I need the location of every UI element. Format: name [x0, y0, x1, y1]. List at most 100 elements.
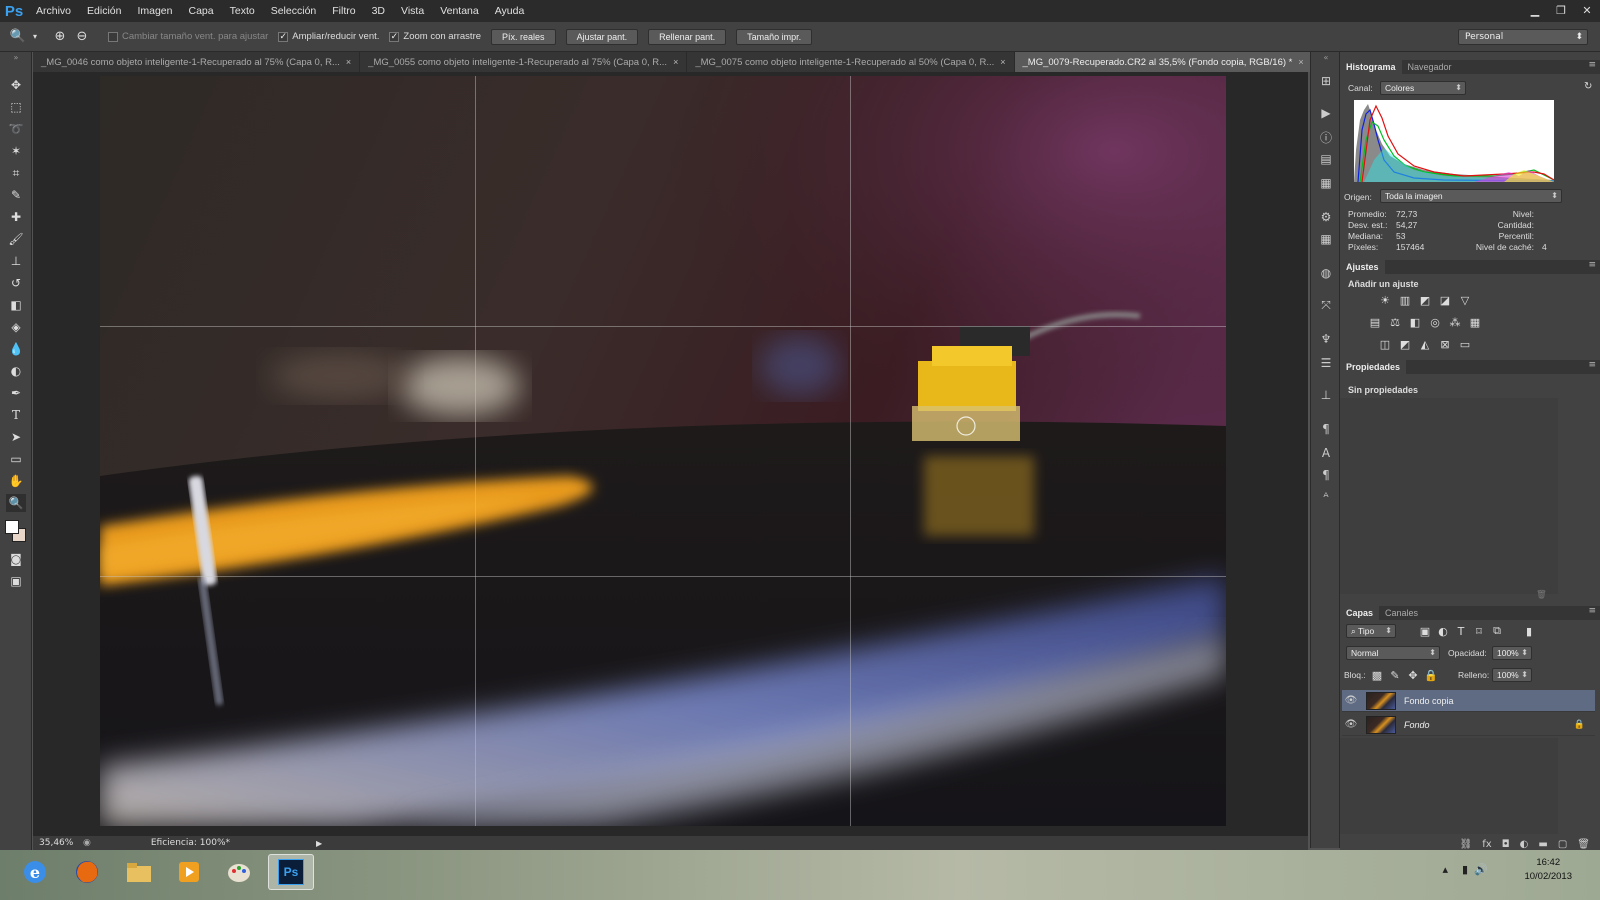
paragraph-styles-icon[interactable]: ¶	[1316, 466, 1336, 484]
selective-color-icon[interactable]: ⊠	[1438, 337, 1452, 351]
lock-position-icon[interactable]: ✥	[1406, 668, 1420, 682]
brush-settings-icon[interactable]: ☰	[1316, 354, 1336, 372]
curves-icon[interactable]: ◩	[1418, 293, 1432, 307]
healing-brush-icon[interactable]: ✚	[6, 208, 26, 226]
black-white-icon[interactable]: ◧	[1408, 315, 1422, 329]
actions-play-icon[interactable]: ▶	[1316, 104, 1336, 122]
menu-ayuda[interactable]: Ayuda	[487, 0, 533, 22]
3d-panel-icon[interactable]: ⚙	[1316, 208, 1336, 226]
foreground-color-swatch[interactable]	[5, 520, 19, 534]
panel-menu-icon[interactable]: ≡	[1588, 60, 1596, 70]
layer-filter-select[interactable]: ⌕ Tipo	[1346, 624, 1396, 638]
refresh-icon[interactable]: ↻	[1584, 81, 1592, 92]
eye-icon[interactable]: 👁	[1342, 719, 1360, 730]
system-clock[interactable]: 16:42 10/02/2013	[1524, 856, 1572, 884]
minimize-icon[interactable]: ▁	[1522, 0, 1548, 20]
source-select[interactable]: Toda la imagen	[1380, 189, 1562, 203]
document-tab[interactable]: _MG_0055 como objeto inteligente-1-Recup…	[360, 52, 688, 72]
collapse-arrows-icon[interactable]: »	[6, 52, 26, 62]
menu-filtro[interactable]: Filtro	[324, 0, 363, 22]
file-explorer-icon[interactable]	[116, 854, 162, 890]
workspace-select[interactable]: Personal ⬍	[1458, 29, 1588, 45]
eyedropper-icon[interactable]: ✎	[6, 186, 26, 204]
close-icon[interactable]: ×	[673, 57, 678, 67]
shape-tool-icon[interactable]: ▭	[6, 450, 26, 468]
move-tool-icon[interactable]: ✥	[6, 76, 26, 94]
cache-warning-icon[interactable]: ⚠	[1540, 104, 1548, 115]
document-tab[interactable]: _MG_0046 como objeto inteligente-1-Recup…	[33, 52, 361, 72]
color-swatches[interactable]	[5, 520, 27, 544]
magic-wand-icon[interactable]: ✶	[6, 142, 26, 160]
color-lookup-icon[interactable]: ▦	[1468, 315, 1482, 329]
character-styles-icon[interactable]: ᴬ	[1316, 488, 1336, 506]
menu-capa[interactable]: Capa	[181, 0, 222, 22]
tab-canales[interactable]: Canales	[1379, 606, 1424, 620]
collapse-arrows-icon[interactable]: «	[1316, 52, 1336, 62]
history-brush-icon[interactable]: ↺	[6, 274, 26, 292]
filter-shape-icon[interactable]: ⌑	[1472, 624, 1486, 638]
character-icon[interactable]: A	[1316, 444, 1336, 462]
menu-archivo[interactable]: Archivo	[28, 0, 79, 22]
menu-edicion[interactable]: Edición	[79, 0, 129, 22]
close-icon[interactable]: ×	[1298, 57, 1303, 67]
lock-transparent-icon[interactable]: ▩	[1370, 668, 1384, 682]
channel-select[interactable]: Colores	[1380, 81, 1466, 95]
hand-tool-icon[interactable]: ✋	[6, 472, 26, 490]
invert-icon[interactable]: ◫	[1378, 337, 1392, 351]
close-icon[interactable]: ×	[346, 57, 351, 67]
close-icon[interactable]: ×	[1000, 57, 1005, 67]
network-icon[interactable]: ▮	[1462, 863, 1468, 876]
paths-icon[interactable]: ⤧	[1316, 296, 1336, 314]
paint-app-icon[interactable]	[216, 854, 262, 890]
status-info-icon[interactable]: ◉	[83, 838, 91, 848]
layer-name[interactable]: Fondo copia	[1404, 696, 1454, 706]
channel-mixer-icon[interactable]: ⁂	[1448, 315, 1462, 329]
panel-menu-icon[interactable]: ≡	[1588, 360, 1596, 370]
screen-mode-icon[interactable]: ▣	[6, 572, 26, 590]
notes-icon[interactable]: ▤	[1316, 150, 1336, 168]
layer-row[interactable]: 👁 Fondo copia	[1342, 690, 1595, 712]
actual-pixels-button[interactable]: Píx. reales	[491, 28, 556, 45]
zoom-windows-checkbox[interactable]: ✓ Ampliar/reducir vent.	[278, 31, 379, 42]
resize-windows-checkbox[interactable]: Cambiar tamaño vent. para ajustar	[108, 31, 268, 42]
exposure-icon[interactable]: ◪	[1438, 293, 1452, 307]
print-size-button[interactable]: Tamaño impr.	[736, 28, 813, 45]
zoom-tool-icon[interactable]: 🔍	[6, 494, 26, 512]
posterize-icon[interactable]: ◩	[1398, 337, 1412, 351]
fit-screen-button[interactable]: Ajustar pant.	[565, 28, 639, 45]
crop-tool-icon[interactable]: ⌗	[6, 164, 26, 182]
grid-panel-icon[interactable]: ▦	[1316, 230, 1336, 248]
zoom-level[interactable]: 35,46%	[39, 838, 79, 848]
hue-saturation-icon[interactable]: ▤	[1368, 315, 1382, 329]
brush-tool-icon[interactable]: 🖌	[6, 230, 26, 248]
chevron-down-icon[interactable]: ▾	[30, 27, 40, 47]
quick-mask-icon[interactable]: ◙	[6, 550, 26, 568]
scrubby-zoom-checkbox[interactable]: ✓ Zoom con arrastre	[389, 31, 481, 42]
type-tool-icon[interactable]: T	[6, 406, 26, 424]
menu-texto[interactable]: Texto	[222, 0, 263, 22]
photoshop-taskbar-icon[interactable]: Ps	[268, 854, 314, 890]
delete-layer-icon[interactable]: 🗑	[1577, 839, 1590, 850]
add-mask-icon[interactable]: ◘	[1502, 839, 1510, 850]
blur-tool-icon[interactable]: 💧	[6, 340, 26, 358]
new-adjustment-icon[interactable]: ◐	[1520, 839, 1529, 850]
threshold-icon[interactable]: ◭	[1418, 337, 1432, 351]
volume-icon[interactable]: 🔊	[1474, 863, 1488, 876]
panel-menu-icon[interactable]: ≡	[1588, 260, 1596, 270]
menu-vista[interactable]: Vista	[393, 0, 432, 22]
kuler-icon[interactable]: ◍	[1316, 264, 1336, 282]
firefox-icon[interactable]	[64, 854, 110, 890]
paint-bucket-icon[interactable]: ◈	[6, 318, 26, 336]
tab-ajustes[interactable]: Ajustes	[1340, 260, 1385, 274]
tab-navegador[interactable]: Navegador	[1402, 60, 1458, 74]
eraser-icon[interactable]: ◧	[6, 296, 26, 314]
brightness-contrast-icon[interactable]: ☀	[1378, 293, 1392, 307]
gradient-map-icon[interactable]: ▭	[1458, 337, 1472, 351]
photo-filter-icon[interactable]: ◎	[1428, 315, 1442, 329]
lock-all-icon[interactable]: 🔒	[1424, 668, 1438, 682]
zoom-tool-icon[interactable]: 🔍	[8, 27, 28, 47]
opacity-input[interactable]: 100%	[1492, 646, 1532, 660]
marquee-tool-icon[interactable]: ⬚	[6, 98, 26, 116]
info-icon[interactable]: ⓘ	[1316, 128, 1336, 146]
fill-input[interactable]: 100%	[1492, 668, 1532, 682]
